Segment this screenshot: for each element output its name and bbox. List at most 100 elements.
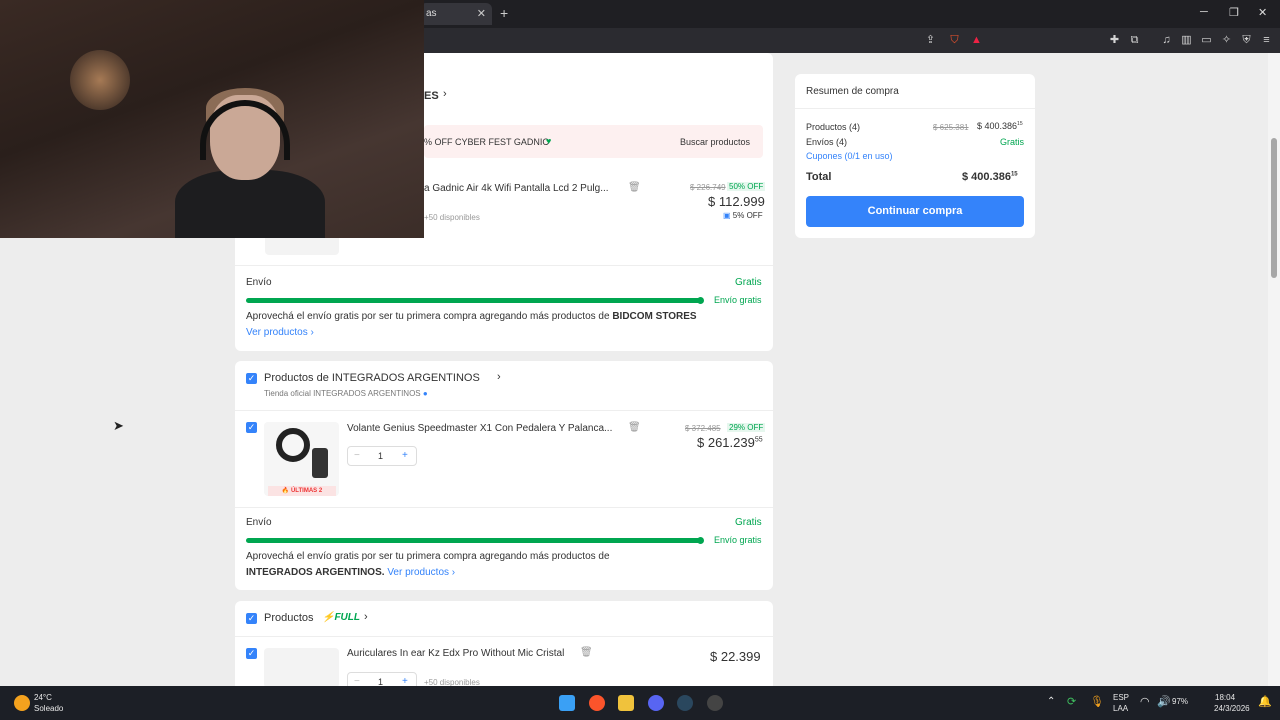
item-price: $ 261.23955 — [697, 435, 763, 450]
maximize-button[interactable]: ❐ — [1229, 6, 1239, 19]
free-shipping-message-2: INTEGRADOS ARGENTINOS. Ver productos › — [246, 567, 456, 578]
promo-banner: % OFF CYBER FEST GADNIC ♥ Buscar product… — [424, 125, 763, 158]
full-badge: ⚡FULL — [322, 612, 360, 623]
stock-tag: 🔥 ÚLTIMAS 2 — [268, 486, 336, 496]
discord-icon[interactable] — [648, 695, 664, 711]
webcam-overlay — [0, 0, 424, 238]
products-old-price: $ 625.381 — [933, 123, 969, 132]
sidebar-icon[interactable]: ▥ — [1180, 34, 1193, 47]
item-checkbox[interactable]: ✓ — [246, 422, 257, 433]
free-shipping-message: Aprovechá el envío gratis por ser tu pri… — [246, 551, 610, 562]
shipping-progress-label: Envío gratis — [714, 535, 762, 545]
minimize-button[interactable]: ─ — [1200, 6, 1208, 18]
weather-text: Soleado — [34, 704, 64, 713]
close-tab-icon[interactable]: ✕ — [477, 7, 486, 20]
chevron-up-icon[interactable]: ⌃ — [1047, 696, 1055, 707]
products-value: $ 400.38615 — [977, 121, 1023, 131]
increment-button[interactable]: + — [402, 450, 408, 461]
seller-card-full: ✓ Productos ⚡FULL › ✓ Auriculares In ear… — [235, 601, 773, 692]
clock-date[interactable]: 24/3/2026 — [1214, 704, 1250, 713]
close-window-button[interactable]: ✕ — [1258, 6, 1267, 19]
new-tab-button[interactable]: + — [500, 5, 508, 21]
quantity-value[interactable]: 1 — [378, 451, 383, 461]
screenshot-icon[interactable]: ⧉ — [1128, 34, 1141, 47]
shipping-value: Gratis — [735, 277, 762, 288]
installment-badge: ▣ 5% OFF — [723, 211, 763, 220]
language-1[interactable]: ESP — [1113, 693, 1129, 702]
leo-icon[interactable]: ✧ — [1220, 34, 1233, 47]
brave-taskbar-icon[interactable] — [589, 695, 605, 711]
old-price: $ 372.485 — [685, 424, 721, 433]
menu-icon[interactable]: ≡ — [1260, 34, 1273, 47]
scrollbar[interactable] — [1268, 53, 1280, 686]
total-value: $ 400.38615 — [962, 171, 1018, 183]
discount-badge: 50% OFF — [727, 182, 766, 191]
item-title[interactable]: a Gadnic Air 4k Wifi Pantalla Lcd 2 Pulg… — [424, 183, 609, 194]
shipping-label: Envío — [246, 277, 272, 288]
total-label: Total — [806, 171, 832, 183]
trash-icon[interactable]: 🗑 — [628, 422, 641, 433]
stock-text: +50 disponibles — [424, 213, 480, 222]
brave-rewards-icon[interactable]: ▲ — [970, 34, 983, 47]
wallet-icon[interactable]: ▭ — [1200, 34, 1213, 47]
official-store-label: Tienda oficial INTEGRADOS ARGENTINOS ● — [264, 389, 428, 398]
sync-icon[interactable]: ⟳ — [1067, 695, 1076, 708]
brave-shields-icon[interactable]: ⛉ — [948, 34, 961, 47]
seller-heading[interactable]: ES — [424, 90, 439, 102]
product-image[interactable] — [264, 648, 339, 688]
divider — [235, 410, 773, 411]
summary-title: Resumen de compra — [806, 86, 899, 97]
item-title[interactable]: Volante Genius Speedmaster X1 Con Pedale… — [347, 423, 612, 434]
scrollbar-thumb[interactable] — [1271, 138, 1277, 278]
product-image[interactable]: 🔥 ÚLTIMAS 2 — [264, 422, 339, 496]
tab-title: as — [426, 8, 437, 19]
ver-productos-link[interactable]: Ver productos › — [387, 567, 455, 578]
shipping-progress-bar — [246, 297, 704, 304]
seller-checkbox[interactable]: ✓ — [246, 613, 257, 624]
promo-text: % OFF CYBER FEST GADNIC — [424, 137, 549, 147]
old-price: $ 226.749 — [690, 183, 726, 192]
quantity-stepper[interactable]: − 1 + — [347, 446, 417, 466]
temperature: 24°C — [34, 693, 52, 702]
continue-purchase-button[interactable]: Continuar compra — [806, 196, 1024, 227]
microphone-icon[interactable]: 🎙 — [1090, 695, 1104, 708]
obs-icon[interactable] — [707, 695, 723, 711]
item-title[interactable]: Auriculares In ear Kz Edx Pro Without Mi… — [347, 648, 564, 659]
steam-icon[interactable] — [677, 695, 693, 711]
weather-icon[interactable] — [14, 695, 30, 711]
file-explorer-icon[interactable] — [618, 695, 634, 711]
trash-icon[interactable]: 🗑 — [628, 182, 641, 193]
windows-start-icon[interactable] — [559, 695, 575, 711]
decrement-button[interactable]: − — [354, 450, 360, 461]
seller-checkbox[interactable]: ✓ — [246, 373, 257, 384]
language-2[interactable]: LAA — [1113, 704, 1128, 713]
ver-productos-link[interactable]: Ver productos › — [246, 327, 314, 338]
buscar-productos-link[interactable]: Buscar productos — [680, 137, 750, 147]
share-icon[interactable]: ⇪ — [924, 34, 937, 47]
mouse-cursor-icon: ➤ — [113, 418, 124, 433]
seller-card-integrados: ✓ Productos de INTEGRADOS ARGENTINOS › T… — [235, 361, 773, 590]
volume-icon[interactable]: 🔊 — [1157, 695, 1171, 708]
shipping-value: Gratis — [735, 517, 762, 528]
browser-tab[interactable]: as ✕ — [420, 3, 492, 25]
extensions-icon[interactable]: ✚ — [1108, 34, 1121, 47]
divider — [235, 265, 773, 266]
divider — [235, 636, 773, 637]
media-icon[interactable]: ♫ — [1160, 34, 1173, 47]
seller-heading[interactable]: Productos — [264, 612, 314, 624]
windows-taskbar: 24°C Soleado ⌃ ⟳ 🎙 ESP LAA ◠ 🔊 97% 18:04… — [0, 686, 1280, 720]
shipping-label: Envío — [246, 517, 272, 528]
item-price: $ 22.399 — [710, 649, 761, 664]
clock-time[interactable]: 18:04 — [1215, 693, 1235, 702]
battery-level[interactable]: 97% — [1172, 697, 1188, 706]
chevron-right-icon: › — [443, 88, 447, 100]
trash-icon[interactable]: 🗑 — [580, 647, 593, 658]
divider — [795, 108, 1035, 109]
green-heart-icon: ♥ — [546, 136, 552, 146]
wifi-icon[interactable]: ◠ — [1140, 695, 1150, 708]
vpn-icon[interactable]: ⛨ — [1240, 34, 1253, 47]
seller-heading[interactable]: Productos de INTEGRADOS ARGENTINOS — [264, 372, 480, 384]
coupons-link[interactable]: Cupones (0/1 en uso) — [806, 151, 893, 161]
item-checkbox[interactable]: ✓ — [246, 648, 257, 659]
notification-icon[interactable]: 🔔 — [1258, 695, 1272, 708]
